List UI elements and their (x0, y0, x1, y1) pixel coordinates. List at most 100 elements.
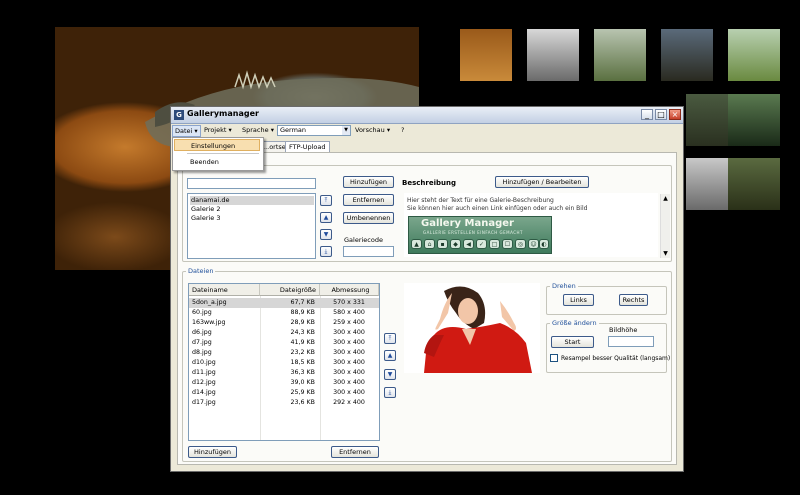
title-bar[interactable]: G Gallerymanager _ □ × (171, 107, 683, 124)
dimensions-cell: 292 x 400 (333, 399, 365, 406)
menu-item-einstellungen[interactable]: Einstellungen (174, 139, 260, 151)
filename-cell: d14.jpg (192, 389, 216, 396)
move-up-icon[interactable]: ▲ (320, 212, 332, 223)
move-down-icon[interactable]: ▼ (320, 229, 332, 240)
gallery-code-input[interactable] (343, 246, 394, 257)
background-thumbnail (728, 158, 780, 210)
scroll-down-icon[interactable]: ▼ (661, 249, 670, 258)
menu-vorschau[interactable]: Vorschau ▾ (353, 125, 392, 135)
height-label: Bildhöhe (609, 326, 638, 334)
gallery-list: danamai.de Galerie 2 Galerie 3 (187, 193, 316, 259)
rotate-group-label: Drehen (550, 282, 578, 290)
column-header-filename[interactable]: Dateiname (189, 284, 260, 296)
description-label: Beschreibung (402, 179, 456, 187)
language-select[interactable]: German ▼ (277, 125, 351, 136)
filename-cell: d12.jpg (192, 379, 216, 386)
filename-cell: d10.jpg (192, 359, 216, 366)
move-bottom-icon[interactable]: ⤓ (384, 387, 396, 398)
dimensions-cell: 300 x 400 (333, 329, 365, 336)
table-row[interactable]: d6.jpg 24,3 KB 300 x 400 (189, 328, 379, 338)
remove-gallery-button[interactable]: Entfernen (343, 194, 394, 206)
table-row[interactable]: d17.jpg 23,6 KB 292 x 400 (189, 398, 379, 408)
table-row[interactable]: d7.jpg 41,9 KB 300 x 400 (189, 338, 379, 348)
gallery-list-item[interactable]: Galerie 3 (190, 214, 314, 223)
move-top-icon[interactable]: ⤒ (320, 195, 332, 206)
height-input[interactable] (608, 336, 654, 347)
chevron-down-icon: ▾ (386, 126, 391, 134)
table-row[interactable]: 5don_a.jpg 67,7 KB 570 x 331 (189, 298, 379, 308)
toolbar-icon[interactable]: ▪ (437, 239, 448, 249)
move-bottom-icon[interactable]: ⤓ (320, 246, 332, 257)
gallery-list-item[interactable]: danamai.de (190, 196, 314, 205)
language-select-value: German (280, 126, 307, 134)
window-title: Gallerymanager (187, 109, 259, 118)
close-button[interactable]: × (669, 109, 681, 120)
dimensions-cell: 570 x 331 (333, 299, 365, 306)
column-header-dimensions[interactable]: Abmessung (320, 284, 379, 296)
remove-file-button[interactable]: Entfernen (331, 446, 379, 458)
start-resize-button[interactable]: Start (551, 336, 594, 348)
background-thumbnail (728, 29, 780, 81)
menu-help[interactable]: ? (399, 125, 406, 135)
table-row[interactable]: d11.jpg 36,3 KB 300 x 400 (189, 368, 379, 378)
menu-projekt[interactable]: Projekt ▾ (202, 125, 234, 135)
rotate-left-button[interactable]: Links (563, 294, 594, 306)
toolbar-icon[interactable]: ⌂ (424, 239, 435, 249)
move-down-icon[interactable]: ▼ (384, 369, 396, 380)
filesize-cell: 28,9 KB (290, 319, 315, 326)
chevron-down-icon: ▾ (270, 126, 274, 134)
table-row[interactable]: d8.jpg 23,2 KB 300 x 400 (189, 348, 379, 358)
toolbar-icon[interactable]: ◆ (450, 239, 461, 249)
gallery-search-input[interactable] (187, 178, 316, 189)
background-thumbnail (460, 29, 512, 81)
toolbar-icon[interactable]: ◀ (463, 239, 474, 249)
chevron-down-icon: ▾ (194, 127, 198, 135)
move-top-icon[interactable]: ⤒ (384, 333, 396, 344)
resample-checkbox[interactable] (550, 354, 558, 362)
toolbar-icon[interactable]: ☐ (502, 239, 513, 249)
rename-gallery-button[interactable]: Umbenennen (343, 212, 394, 224)
toolbar-icon[interactable]: □ (489, 239, 500, 249)
description-text: Sie können hier auch einen Link einfügen… (407, 205, 588, 212)
toolbar-icon[interactable]: ◎ (515, 239, 526, 249)
move-up-icon[interactable]: ▲ (384, 350, 396, 361)
gallery-code-label: Galeriecode (344, 236, 383, 244)
add-file-button[interactable]: Hinzufügen (188, 446, 237, 458)
edit-description-button[interactable]: Hinzufügen / Bearbeiten (495, 176, 589, 188)
menu-datei[interactable]: Datei ▾ (172, 125, 201, 137)
description-scrollbar[interactable]: ▲ ▼ (660, 194, 670, 258)
filesize-cell: 23,2 KB (290, 349, 315, 356)
toolbar-icon[interactable]: ▲ (411, 239, 422, 249)
background-thumbnail (527, 29, 579, 81)
menu-bar: Datei ▾ Projekt ▾ Sprache ▾ German ▼ Vor… (171, 124, 683, 137)
toolbar-icon[interactable]: ✓ (476, 239, 487, 249)
menu-sprache[interactable]: Sprache ▾ (240, 125, 276, 135)
minimize-button[interactable]: _ (641, 109, 653, 120)
banner-title: Gallery Manager (421, 218, 514, 229)
toolbar-icon[interactable]: ◐ (539, 239, 549, 249)
rotate-right-button[interactable]: Rechts (619, 294, 648, 306)
table-row[interactable]: d10.jpg 18,5 KB 300 x 400 (189, 358, 379, 368)
table-row[interactable]: d14.jpg 25,9 KB 300 x 400 (189, 388, 379, 398)
table-row[interactable]: 60.jpg 88,9 KB 580 x 400 (189, 308, 379, 318)
resize-group (546, 323, 667, 373)
toolbar-icon[interactable]: ☺ (528, 239, 539, 249)
table-row[interactable]: d12.jpg 39,0 KB 300 x 400 (189, 378, 379, 388)
column-header-filesize[interactable]: Dateigröße (260, 284, 320, 296)
add-gallery-button[interactable]: Hinzufügen (343, 176, 394, 188)
gallery-list-item[interactable]: Galerie 2 (190, 205, 314, 214)
filesize-cell: 88,9 KB (290, 309, 315, 316)
menu-item-beenden[interactable]: Beenden (174, 156, 260, 168)
chevron-down-icon: ▾ (228, 126, 232, 134)
filename-cell: d8.jpg (192, 349, 212, 356)
filesize-cell: 67,7 KB (290, 299, 315, 306)
file-menu-dropdown: Einstellungen Beenden (172, 137, 264, 171)
scroll-up-icon[interactable]: ▲ (661, 194, 670, 203)
resample-label: Resampel besser Qualität (langsam) (561, 355, 671, 362)
table-row[interactable]: 163ww.jpg 28,9 KB 259 x 400 (189, 318, 379, 328)
background-thumbnail (661, 29, 713, 81)
filename-cell: d7.jpg (192, 339, 212, 346)
menu-divider (187, 153, 259, 154)
filename-cell: 163ww.jpg (192, 319, 226, 326)
maximize-button[interactable]: □ (655, 109, 667, 120)
